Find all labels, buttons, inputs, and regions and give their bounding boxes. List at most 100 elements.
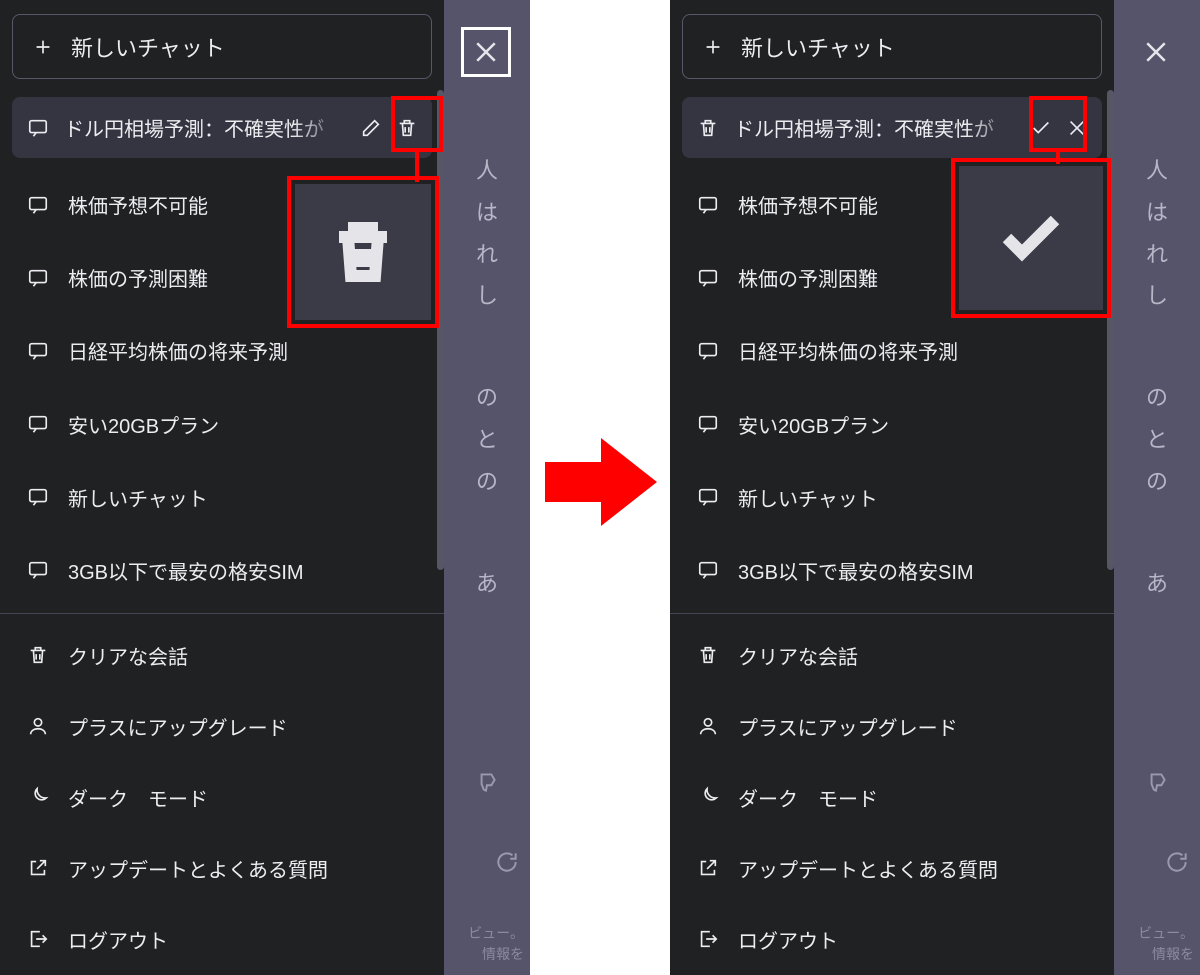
menu-label: ログアウト [68,925,168,954]
menu-label: ダーク モード [68,783,208,812]
chat-item[interactable]: 新しいチャット [682,461,1102,534]
selected-chat-row-confirm[interactable]: ドル円相場予測：不確実性が [682,97,1102,158]
external-link-icon [26,856,50,880]
chat-item[interactable]: 3GB以下で最安の格安SIM [682,534,1102,607]
updates-faq[interactable]: アップデートとよくある質問 [12,833,432,904]
chat-label: 株価の予測困難 [68,263,208,292]
logout[interactable]: ログアウト [682,904,1102,975]
menu-label: アップデートとよくある質問 [738,854,998,883]
chat-icon [696,266,720,290]
chat-item[interactable]: 日経平均株価の将来予測 [12,314,432,387]
chat-label: 新しいチャット [68,483,208,512]
trash-icon [26,643,50,667]
thumbs-down-icon [1144,769,1170,795]
divider [0,613,444,614]
x-icon[interactable] [1066,116,1088,140]
annotation-connector [415,148,419,182]
plus-icon [31,35,55,59]
menu-label: ログアウト [738,925,838,954]
chat-label: 3GB以下で最安の格安SIM [68,556,304,585]
logout-icon [26,927,50,951]
transition-arrow [545,430,657,534]
scrollbar[interactable] [437,90,444,570]
trash-icon [696,116,720,140]
screenshot-after: 人はれし のとの あ ビュー。情報を 新しいチャット ドル円相場予測：不確実性が… [670,0,1200,975]
chat-label: 日経平均株価の将来予測 [68,336,288,365]
chat-icon [26,558,50,582]
trash-icon-large [327,216,399,288]
edit-icon[interactable] [360,116,382,140]
dark-mode[interactable]: ダーク モード [12,762,432,833]
updates-faq[interactable]: アップデートとよくある質問 [682,833,1102,904]
close-sidebar-button[interactable] [1132,28,1180,76]
background-footer-text: ビュー。情報を [1110,923,1200,965]
background-chat-peek: 人はれし のとの あ [444,0,530,975]
upgrade-plus[interactable]: プラスにアップグレード [682,691,1102,762]
upgrade-plus[interactable]: プラスにアップグレード [12,691,432,762]
check-icon[interactable] [1030,116,1052,140]
close-sidebar-button[interactable] [462,28,510,76]
logout-icon [696,927,720,951]
reload-icon [1164,849,1190,875]
background-footer-text: ビュー。情報を [440,923,530,965]
clear-conversations[interactable]: クリアな会話 [682,620,1102,691]
clear-conversations[interactable]: クリアな会話 [12,620,432,691]
chat-label: 株価の予測困難 [738,263,878,292]
new-chat-button[interactable]: 新しいチャット [682,14,1102,79]
chat-item[interactable]: 安い20GBプラン [12,388,432,461]
annotation-connector [1056,148,1060,164]
external-link-icon [696,856,720,880]
chat-icon [696,558,720,582]
chat-icon [26,485,50,509]
menu-label: クリアな会話 [68,641,188,670]
divider [670,613,1114,614]
chat-icon [26,339,50,363]
menu-label: プラスにアップグレード [738,712,958,741]
background-chat-peek: 人はれし のとの あ [1114,0,1200,975]
chat-label: 株価予想不可能 [68,190,208,219]
chat-icon [696,485,720,509]
chat-label: 新しいチャット [738,483,878,512]
new-chat-label: 新しいチャット [71,31,225,63]
trash-callout [295,184,431,320]
chat-item[interactable]: 安い20GBプラン [682,388,1102,461]
trash-icon[interactable] [396,116,418,140]
check-callout [959,166,1103,310]
chat-icon [696,412,720,436]
chat-icon [26,412,50,436]
selected-chat-title: ドル円相場予測：不確実性が [734,113,1016,142]
chat-item[interactable]: 新しいチャット [12,461,432,534]
sidebar: 新しいチャット ドル円相場予測：不確実性が 株価予想不可能 株価の予測困難 日経… [670,0,1114,975]
chat-icon [696,193,720,217]
selected-chat-title: ドル円相場予測：不確実性が [64,113,346,142]
check-icon-large [995,202,1067,274]
plus-icon [701,35,725,59]
chat-label: 安い20GBプラン [68,410,219,439]
logout[interactable]: ログアウト [12,904,432,975]
chat-label: 株価予想不可能 [738,190,878,219]
menu-label: プラスにアップグレード [68,712,288,741]
chat-item[interactable]: 日経平均株価の将来予測 [682,314,1102,387]
new-chat-label: 新しいチャット [741,31,895,63]
trash-icon [696,643,720,667]
chat-icon [26,116,50,140]
new-chat-button[interactable]: 新しいチャット [12,14,432,79]
selected-chat-row[interactable]: ドル円相場予測：不確実性が [12,97,432,158]
reload-icon [494,849,520,875]
menu-label: クリアな会話 [738,641,858,670]
moon-icon [26,785,50,809]
chat-label: 安い20GBプラン [738,410,889,439]
person-icon [696,714,720,738]
dark-mode[interactable]: ダーク モード [682,762,1102,833]
chat-icon [26,266,50,290]
chat-label: 3GB以下で最安の格安SIM [738,556,974,585]
sidebar: 新しいチャット ドル円相場予測：不確実性が 株価予想不可能 株価の予測困難 日経… [0,0,444,975]
chat-icon [26,193,50,217]
chat-icon [696,339,720,363]
screenshot-before: 人はれし のとの あ ビュー。情報を 新しいチャット ドル円相場予測：不確実性が… [0,0,530,975]
moon-icon [696,785,720,809]
person-icon [26,714,50,738]
chat-item[interactable]: 3GB以下で最安の格安SIM [12,534,432,607]
scrollbar[interactable] [1107,90,1114,570]
menu-label: ダーク モード [738,783,878,812]
